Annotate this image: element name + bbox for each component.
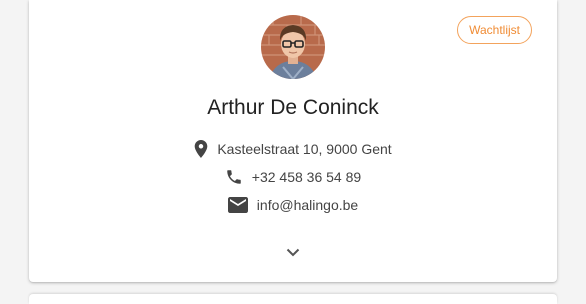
location-pin-icon — [194, 140, 208, 158]
address-row: Kasteelstraat 10, 9000 Gent — [29, 140, 557, 158]
phone-row: +32 458 36 54 89 — [29, 168, 557, 186]
phone-text: +32 458 36 54 89 — [251, 169, 362, 185]
avatar — [261, 15, 325, 79]
address-text: Kasteelstraat 10, 9000 Gent — [217, 141, 392, 157]
mail-icon — [227, 197, 248, 213]
contact-name: Arthur De Coninck — [207, 96, 379, 119]
email-text: info@halingo.be — [256, 197, 359, 213]
next-contact-card — [29, 294, 557, 304]
status-badge: Wachtlijst — [457, 16, 532, 44]
chevron-down-icon — [286, 244, 300, 262]
phone-icon — [225, 168, 243, 186]
expand-button[interactable] — [284, 244, 302, 262]
email-row: info@halingo.be — [29, 197, 557, 213]
contact-card: Wachtlijst Arthur De Coninck Kasteelstra… — [29, 0, 557, 282]
